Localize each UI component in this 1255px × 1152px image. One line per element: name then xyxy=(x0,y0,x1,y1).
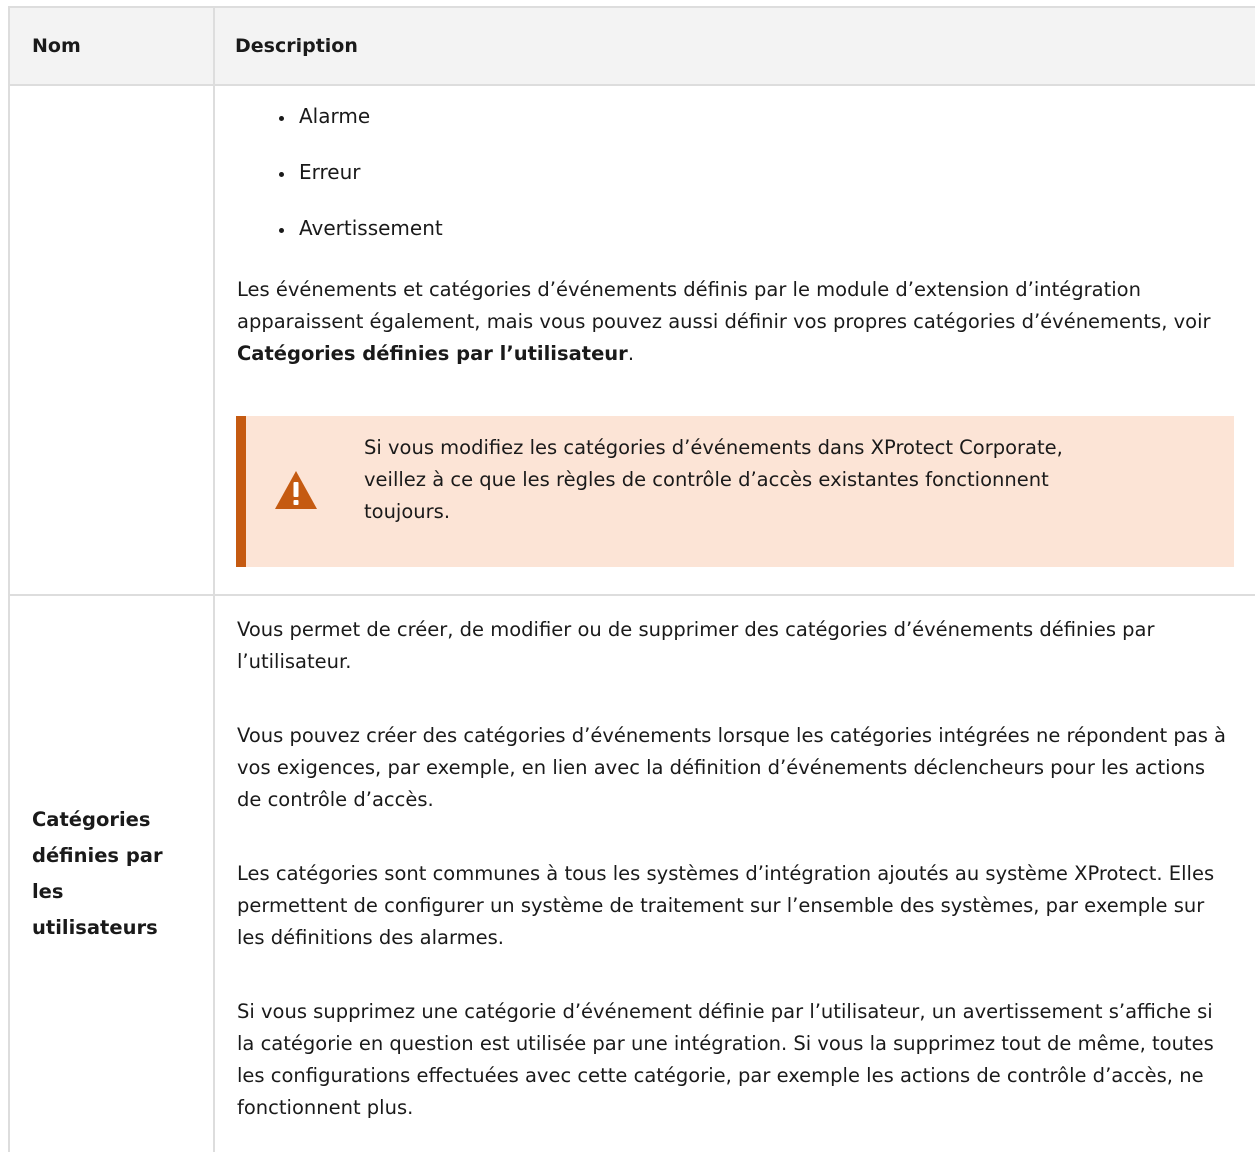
cross-reference: Catégories définies par l’utilisateur xyxy=(237,342,628,365)
event-level-list: Alarme Erreur Avertissement xyxy=(279,104,443,272)
header-name: Nom xyxy=(10,8,215,84)
paragraph-text: Les événements et catégories d’événement… xyxy=(237,278,1211,333)
paragraph-end: . xyxy=(627,342,635,365)
row-name-cell: Catégories définies par les utilisateurs xyxy=(10,596,215,1152)
list-item: Avertissement xyxy=(279,216,443,272)
row-name-cell xyxy=(10,86,215,594)
description-paragraph: Si vous supprimez une catégorie d’événem… xyxy=(237,1000,1214,1119)
warning-triangle-icon xyxy=(275,471,317,509)
table-row: Catégories définies par les utilisateurs… xyxy=(10,596,1255,1152)
description-paragraph: Les catégories sont communes à tous les … xyxy=(237,862,1215,949)
description-paragraph: Vous pouvez créer des catégories d’événe… xyxy=(237,724,1226,811)
list-item: Alarme xyxy=(279,104,443,160)
description-paragraph: Les événements et catégories d’événement… xyxy=(237,274,1217,370)
warning-callout: Si vous modifiez les catégories d’événem… xyxy=(236,416,1234,567)
list-item: Erreur xyxy=(279,160,443,216)
definition-table: Nom Description Alarme Erreur Avertissem… xyxy=(8,6,1255,1152)
row-description-cell: Vous permet de créer, de modifier ou de … xyxy=(215,596,1255,1152)
row-description-cell: Alarme Erreur Avertissement Les événemen… xyxy=(215,86,1255,594)
description-paragraph: Vous permet de créer, de modifier ou de … xyxy=(237,618,1155,673)
table-row: Alarme Erreur Avertissement Les événemen… xyxy=(10,86,1255,596)
table-header-row: Nom Description xyxy=(10,8,1255,86)
row-name-label: Catégories définies par les utilisateurs xyxy=(32,808,163,939)
header-description: Description xyxy=(235,35,358,57)
warning-text: Si vous modifiez les catégories d’événem… xyxy=(364,436,1063,523)
